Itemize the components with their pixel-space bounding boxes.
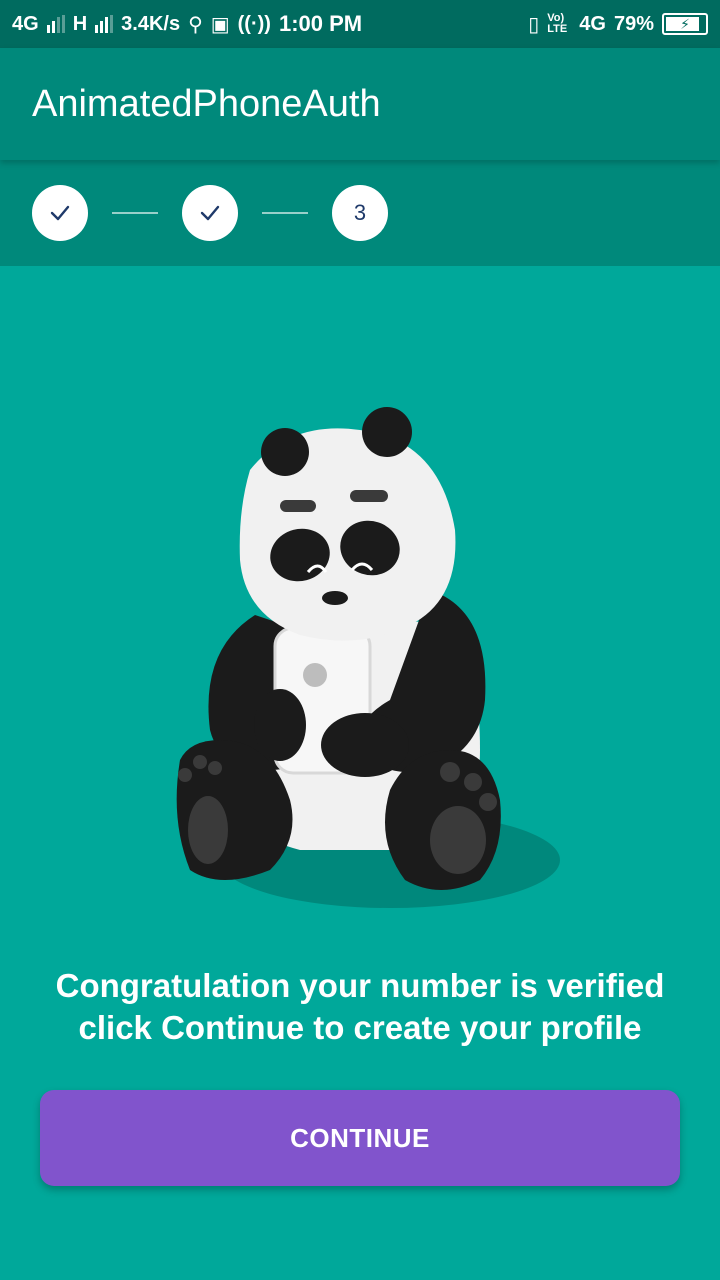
check-icon: [200, 205, 220, 221]
usb-icon: ⚲: [188, 13, 203, 36]
volte-label: Vo) LTE: [547, 12, 568, 35]
status-right: ▯ Vo) LTE 4G 79% ⚡: [528, 12, 708, 37]
panda-holding-phone-icon: [176, 407, 560, 908]
app-toolbar: AnimatedPhoneAuth: [0, 48, 720, 160]
battery-icon: ⚡: [662, 13, 708, 35]
status-time: 1:00 PM: [278, 11, 363, 36]
status-left: 4G H 3.4K/s ⚲ ▣ ((·)) 1:00 PM: [12, 11, 362, 37]
step-1-completed: [32, 185, 88, 241]
step-connector: [112, 212, 158, 214]
verification-message: Congratulation your number is verified c…: [20, 965, 700, 1049]
signal-icon-2: [95, 15, 114, 33]
continue-button[interactable]: CONTINUE: [40, 1090, 680, 1186]
message-line-1: Congratulation your number is verified: [55, 967, 665, 1004]
battery-percent: 79%: [613, 12, 654, 35]
step-2-completed: [182, 185, 238, 241]
app-title: AnimatedPhoneAuth: [32, 82, 381, 125]
network-type-2: H: [72, 12, 88, 35]
notification-icon: ▣: [210, 13, 230, 36]
message-line-2: click Continue to create your profile: [78, 1009, 642, 1046]
progress-stepper: 3: [0, 160, 720, 266]
check-icon: [50, 205, 70, 221]
hotspot-icon: ((·)): [237, 12, 271, 35]
vibrate-icon: ▯: [528, 13, 540, 36]
step-number: 3: [353, 200, 367, 225]
step-3-current: 3: [332, 185, 388, 241]
status-bar: 4G H 3.4K/s ⚲ ▣ ((·)) 1:00 PM ▯ Vo) LTE …: [0, 0, 720, 48]
network-type-1: 4G: [12, 12, 39, 35]
network-speed: 3.4K/s: [121, 12, 181, 35]
signal-icon: [46, 15, 65, 33]
network-type-3: 4G: [579, 12, 606, 35]
step-connector: [262, 212, 308, 214]
